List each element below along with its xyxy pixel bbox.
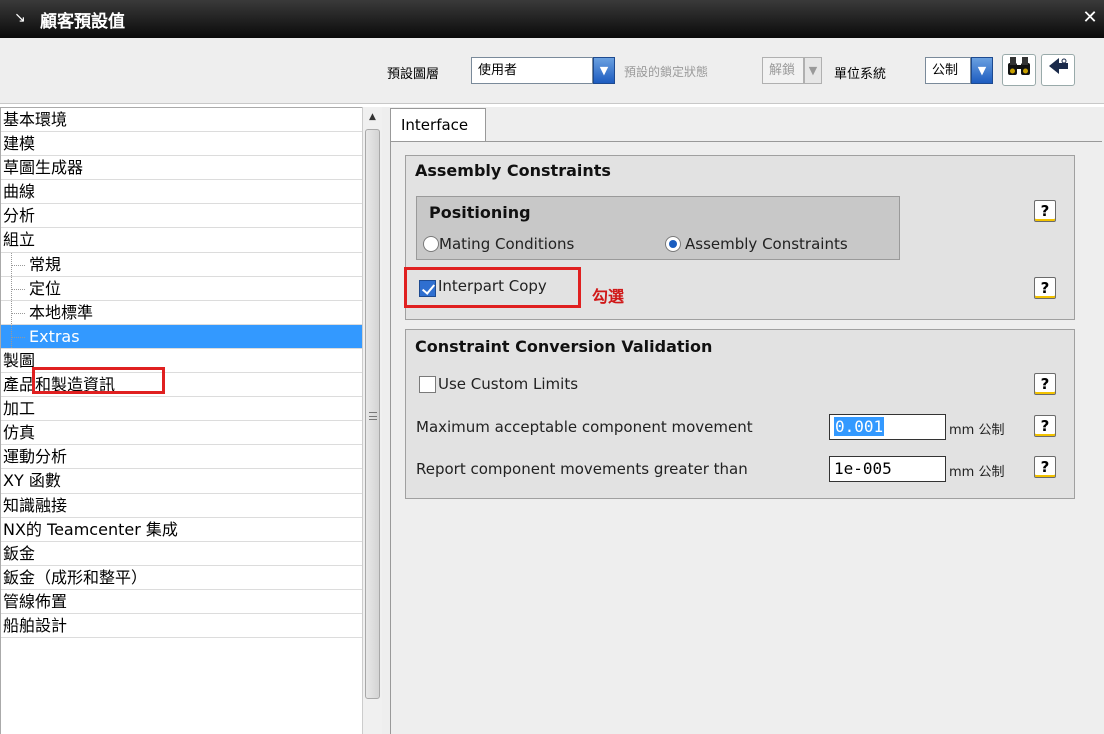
tree-item[interactable]: 曲線 [1,180,362,205]
unit-system-label: 單位系統 [834,67,887,82]
tree-item[interactable]: 分析 [1,204,362,229]
close-button[interactable]: ✕ [1080,4,1100,32]
report-movement-input[interactable]: 1e-005 [829,456,946,482]
max-movement-input[interactable]: 0.001 [829,414,946,440]
window-title: 顧客預設值 [40,12,125,32]
help-icon[interactable]: ? [1034,373,1056,395]
assembly-constraints-title: Assembly Constraints [415,161,611,180]
back-arrow-icon[interactable] [1041,54,1075,86]
tree-item-selected[interactable]: Extras [1,324,362,349]
layer-dropdown-icon[interactable]: ▼ [593,57,615,84]
layer-select[interactable]: 使用者 [471,57,593,84]
help-icon[interactable]: ? [1034,456,1056,478]
help-icon[interactable]: ? [1034,415,1056,437]
lock-state-label: 預設的鎖定狀態 [624,65,709,79]
max-movement-value: 0.001 [834,417,885,436]
tree-item[interactable]: 定位 [1,276,362,301]
report-movement-unit: mm 公制 [949,465,1005,480]
unit-system-select[interactable]: 公制 [925,57,971,84]
category-tree: 基本環境 建模 草圖生成器 曲線 分析 組立 常規 定位 本地標準 Extras… [0,107,362,734]
assembly-constraints-radio[interactable] [665,236,681,252]
grip-icon [369,412,377,420]
tree-item[interactable]: 基本環境 [1,108,362,133]
help-icon[interactable]: ? [1034,277,1056,299]
tree-item[interactable]: 管線佈置 [1,590,362,614]
tree-item[interactable]: 知識融接 [1,494,362,518]
use-custom-limits-label: Use Custom Limits [438,375,579,393]
tree-item[interactable]: 組立 [1,228,362,253]
mating-conditions-radio[interactable] [423,236,439,252]
lock-state-select[interactable]: 解鎖 [762,57,804,84]
tree-item[interactable]: 本地標準 [1,300,362,325]
max-movement-label: Maximum acceptable component movement [416,418,753,436]
tab-interface[interactable]: Interface [390,108,486,142]
max-movement-unit: mm 公制 [949,423,1005,438]
annotation-text: 勾選 [592,287,625,306]
tree-item[interactable]: 加工 [1,397,362,422]
tree-item[interactable]: 船舶設計 [1,614,362,639]
tree-item[interactable]: XY 函數 [1,469,362,494]
toolbar: 預設圖層 使用者 ▼ 預設的鎖定狀態 解鎖 ▼ 單位系統 公制 ▼ [0,38,1104,104]
unit-system-dropdown-icon[interactable]: ▼ [971,57,993,84]
tree-item[interactable]: 常規 [1,252,362,277]
tree-item[interactable]: 運動分析 [1,445,362,470]
tree-item[interactable]: NX的 Teamcenter 集成 [1,518,362,542]
layer-label: 預設圖層 [387,67,440,82]
use-custom-limits-checkbox[interactable] [419,376,436,393]
lock-state-dropdown-icon[interactable]: ▼ [804,57,822,84]
tree-item[interactable]: 草圖生成器 [1,156,362,181]
tree-item[interactable]: 建模 [1,132,362,157]
tree-item[interactable]: 鈑金（成形和整平） [1,566,362,590]
help-icon[interactable]: ? [1034,200,1056,222]
interpart-copy-highlight-box [404,267,581,308]
assembly-constraints-label: Assembly Constraints [685,235,848,253]
scroll-up-icon[interactable]: ▲ [363,107,382,127]
app-icon: ↘ [14,10,26,26]
report-movement-label: Report component movements greater than [416,460,748,478]
tree-item[interactable]: 仿真 [1,421,362,446]
binoculars-icon[interactable] [1002,54,1036,86]
scroll-thumb[interactable] [365,129,380,699]
conversion-validation-title: Constraint Conversion Validation [415,337,713,356]
tree-item[interactable]: 鈑金 [1,542,362,566]
mating-conditions-label: Mating Conditions [439,235,575,253]
selection-highlight-box [32,367,165,394]
vertical-scrollbar[interactable]: ▲ [362,107,382,734]
title-bar: ↘ 顧客預設值 ✕ [0,0,1104,38]
positioning-title: Positioning [429,203,531,222]
